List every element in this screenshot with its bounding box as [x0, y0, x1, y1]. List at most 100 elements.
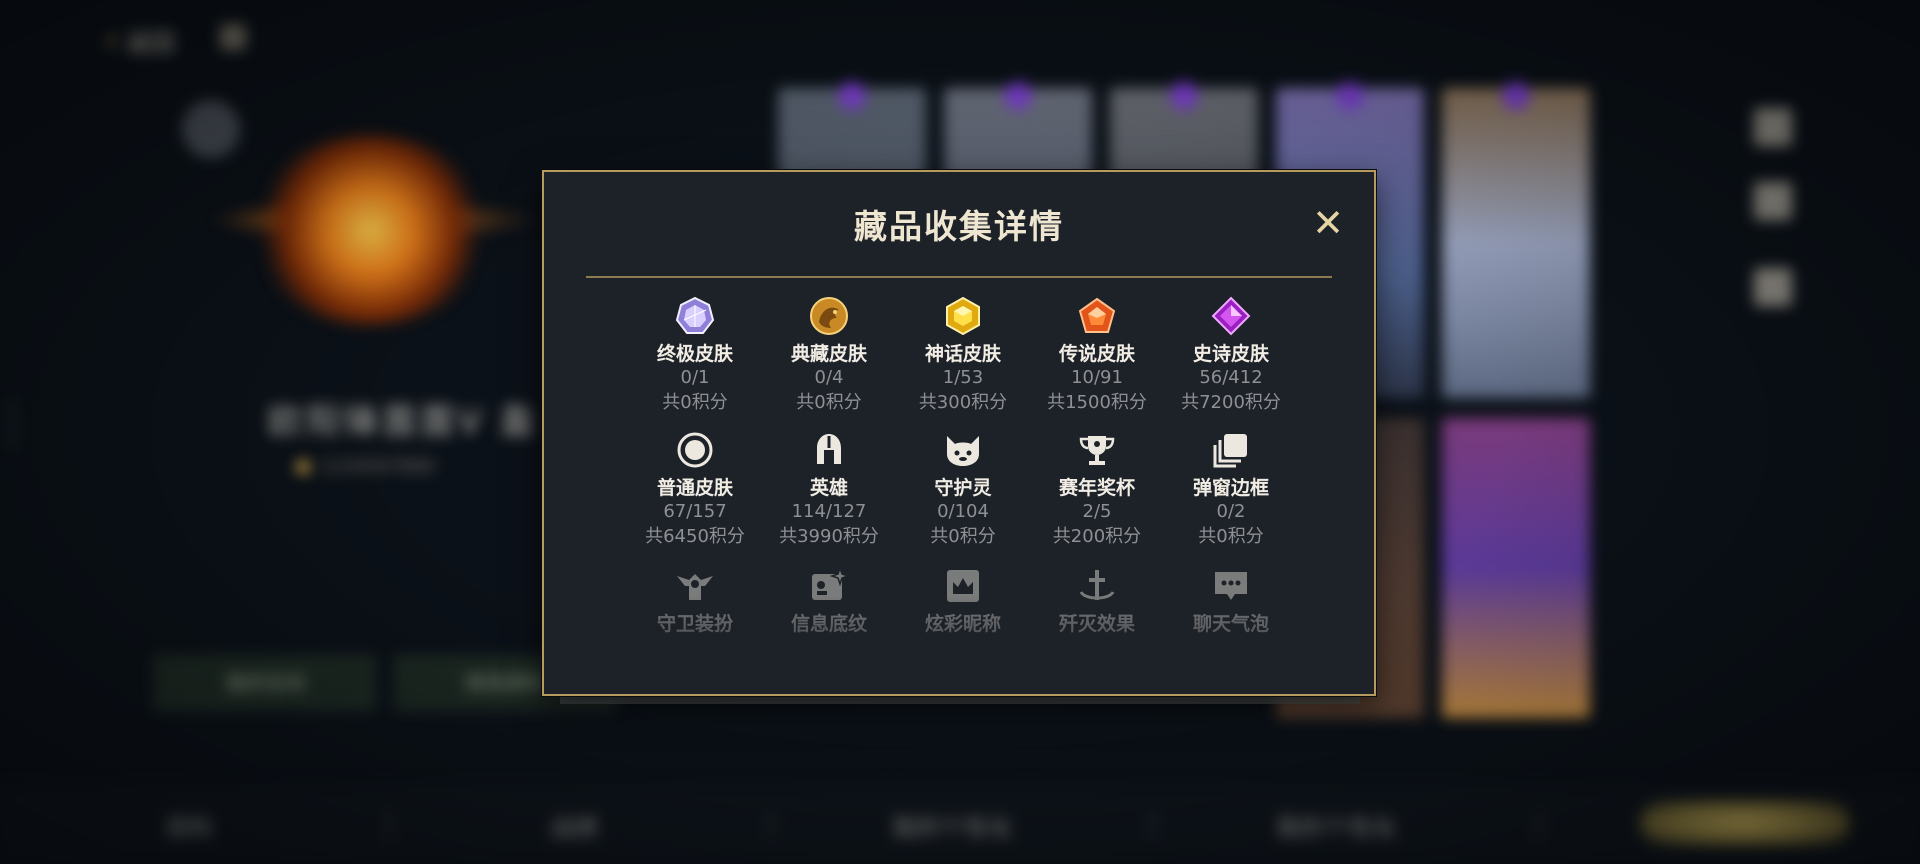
- item-label: 神话皮肤: [924, 343, 1001, 365]
- item-points: 共0积分: [796, 392, 862, 413]
- back-button[interactable]: ‹ 返回: [105, 20, 175, 60]
- collection-item-legendary-skin[interactable]: 传说皮肤 10/91 共1500积分: [1030, 296, 1164, 416]
- collection-item-info-background[interactable]: 信息底纹: [762, 566, 896, 636]
- ultimate-skin-gem-icon: [675, 296, 715, 334]
- item-points: 共6450积分: [645, 526, 745, 547]
- collection-item-epic-skin[interactable]: 史诗皮肤 56/412 共7200积分: [1164, 296, 1298, 416]
- profile-emblem: [250, 135, 490, 325]
- modal-title: 藏品收集详情: [854, 207, 1064, 246]
- item-count: 0/4: [814, 367, 844, 388]
- annihilation-effect-icon: [1079, 570, 1115, 600]
- player-name: 欧阳锋茵茵V 盈: [268, 402, 539, 442]
- skin-card[interactable]: [1442, 82, 1590, 398]
- collection-item-collector-skin[interactable]: 典藏皮肤 0/4 共0积分: [762, 296, 896, 416]
- my-space-button[interactable]: 我的空间: [155, 656, 375, 710]
- close-icon: ✕: [1312, 201, 1344, 245]
- collection-item-guard-outfit[interactable]: 守卫装扮: [628, 566, 762, 636]
- divider: [1538, 812, 1540, 840]
- item-label: 赛年奖杯: [1058, 477, 1135, 499]
- tab-record[interactable]: 战绩: [550, 808, 598, 843]
- colorful-nickname-icon: [947, 570, 979, 602]
- collection-grid: 终极皮肤 0/1 共0积分 典藏皮肤 0/4 共0积分 神话皮肤 1/53 共3…: [628, 296, 1298, 676]
- item-points: 共0积分: [662, 392, 728, 413]
- back-label: 返回: [126, 29, 175, 57]
- more-settings-button[interactable]: [1640, 800, 1850, 846]
- item-label: 守护灵: [934, 477, 992, 499]
- normal-skin-ring-icon: [677, 432, 713, 468]
- item-count: 67/157: [663, 501, 727, 522]
- item-points: 共0积分: [1198, 526, 1264, 547]
- collection-item-guardian-spirit[interactable]: 守护灵 0/104 共0积分: [896, 430, 1030, 550]
- collection-item-mythic-skin[interactable]: 神话皮肤 1/53 共300积分: [896, 296, 1030, 416]
- item-count: 0/2: [1216, 501, 1246, 522]
- skin-card[interactable]: [1442, 418, 1590, 718]
- collection-details-modal: 藏品收集详情 ✕ 终极皮肤 0/1 共0积分 典藏皮肤 0/4 共0积分 神话皮…: [542, 170, 1376, 696]
- guardian-spirit-icon: [947, 436, 979, 466]
- player-subtitle-text: 1234567890: [320, 456, 435, 477]
- legendary-skin-gem-icon: [1078, 297, 1116, 333]
- item-count: 0/1: [680, 367, 710, 388]
- item-count: 2/5: [1082, 501, 1112, 522]
- chevron-left-icon: ‹: [105, 20, 119, 60]
- avatar[interactable]: [182, 100, 240, 158]
- collection-item-ultimate-skin[interactable]: 终极皮肤 0/1 共0积分: [628, 296, 762, 416]
- collection-item-popup-frame[interactable]: 弹窗边框 0/2 共0积分: [1164, 430, 1298, 550]
- item-points: 共3990积分: [779, 526, 879, 547]
- divider: [388, 812, 390, 840]
- collection-item-season-trophy[interactable]: 赛年奖杯 2/5 共200积分: [1030, 430, 1164, 550]
- item-label: 传说皮肤: [1058, 343, 1135, 365]
- collection-item-colorful-nickname[interactable]: 炫彩昵称: [896, 566, 1030, 636]
- close-button[interactable]: ✕: [1310, 204, 1346, 242]
- coin-icon: [296, 460, 310, 474]
- gem-icon: [1336, 82, 1364, 110]
- collection-item-annihilation-effect[interactable]: 歼灭效果: [1030, 566, 1164, 636]
- mythic-skin-gem-icon: [946, 296, 980, 336]
- item-label: 信息底纹: [790, 613, 867, 635]
- item-count: 10/91: [1071, 367, 1123, 388]
- list-icon[interactable]: [1754, 268, 1792, 306]
- item-label: 英雄: [809, 477, 848, 499]
- item-count: 1/53: [942, 367, 984, 388]
- info-background-icon: [812, 566, 849, 600]
- gem-icon: [838, 82, 866, 110]
- person-icon[interactable]: [1754, 182, 1792, 220]
- home-icon[interactable]: [220, 24, 246, 50]
- divider: [1152, 812, 1154, 840]
- item-count: 114/127: [791, 501, 867, 522]
- divider: [770, 812, 772, 840]
- side-id-text: 4181202: [6, 400, 19, 449]
- item-points: 共200积分: [1052, 526, 1142, 547]
- item-label: 炫彩昵称: [924, 613, 1001, 635]
- popup-frame-icon: [1213, 434, 1247, 468]
- collection-item-normal-skin[interactable]: 普通皮肤 67/157 共6450积分: [628, 430, 762, 550]
- item-label: 终极皮肤: [656, 343, 733, 365]
- gem-icon: [1170, 82, 1198, 110]
- item-points: 共0积分: [930, 526, 996, 547]
- epic-skin-gem-icon: [1211, 296, 1251, 336]
- item-label: 普通皮肤: [656, 477, 733, 499]
- tab-personalization-2[interactable]: 我的个性化: [1276, 808, 1396, 843]
- player-subtitle: 1234567890: [296, 456, 435, 477]
- item-points: 共1500积分: [1047, 392, 1147, 413]
- gem-icon: [1004, 82, 1032, 110]
- item-label: 聊天气泡: [1192, 613, 1269, 635]
- guard-outfit-icon: [677, 574, 713, 600]
- item-points: 共7200积分: [1181, 392, 1281, 413]
- gem-icon: [1502, 82, 1530, 110]
- hero-helmet-icon: [817, 434, 841, 464]
- item-points: 共300积分: [918, 392, 1008, 413]
- item-label: 歼灭效果: [1058, 613, 1135, 635]
- collection-item-hero[interactable]: 英雄 114/127 共3990积分: [762, 430, 896, 550]
- item-count: 0/104: [937, 501, 989, 522]
- item-count: 56/412: [1199, 367, 1263, 388]
- tab-personalization[interactable]: 我的个性化: [892, 808, 1012, 843]
- title-divider: [586, 276, 1332, 278]
- item-label: 典藏皮肤: [790, 343, 867, 365]
- season-trophy-icon: [1079, 436, 1115, 465]
- upload-icon[interactable]: [1754, 108, 1792, 146]
- tab-profile[interactable]: 资料: [165, 808, 213, 843]
- collection-item-chat-bubble[interactable]: 聊天气泡: [1164, 566, 1298, 636]
- item-label: 史诗皮肤: [1192, 343, 1269, 365]
- collector-skin-dragon-icon: [810, 297, 848, 335]
- chat-bubble-icon: [1215, 572, 1247, 600]
